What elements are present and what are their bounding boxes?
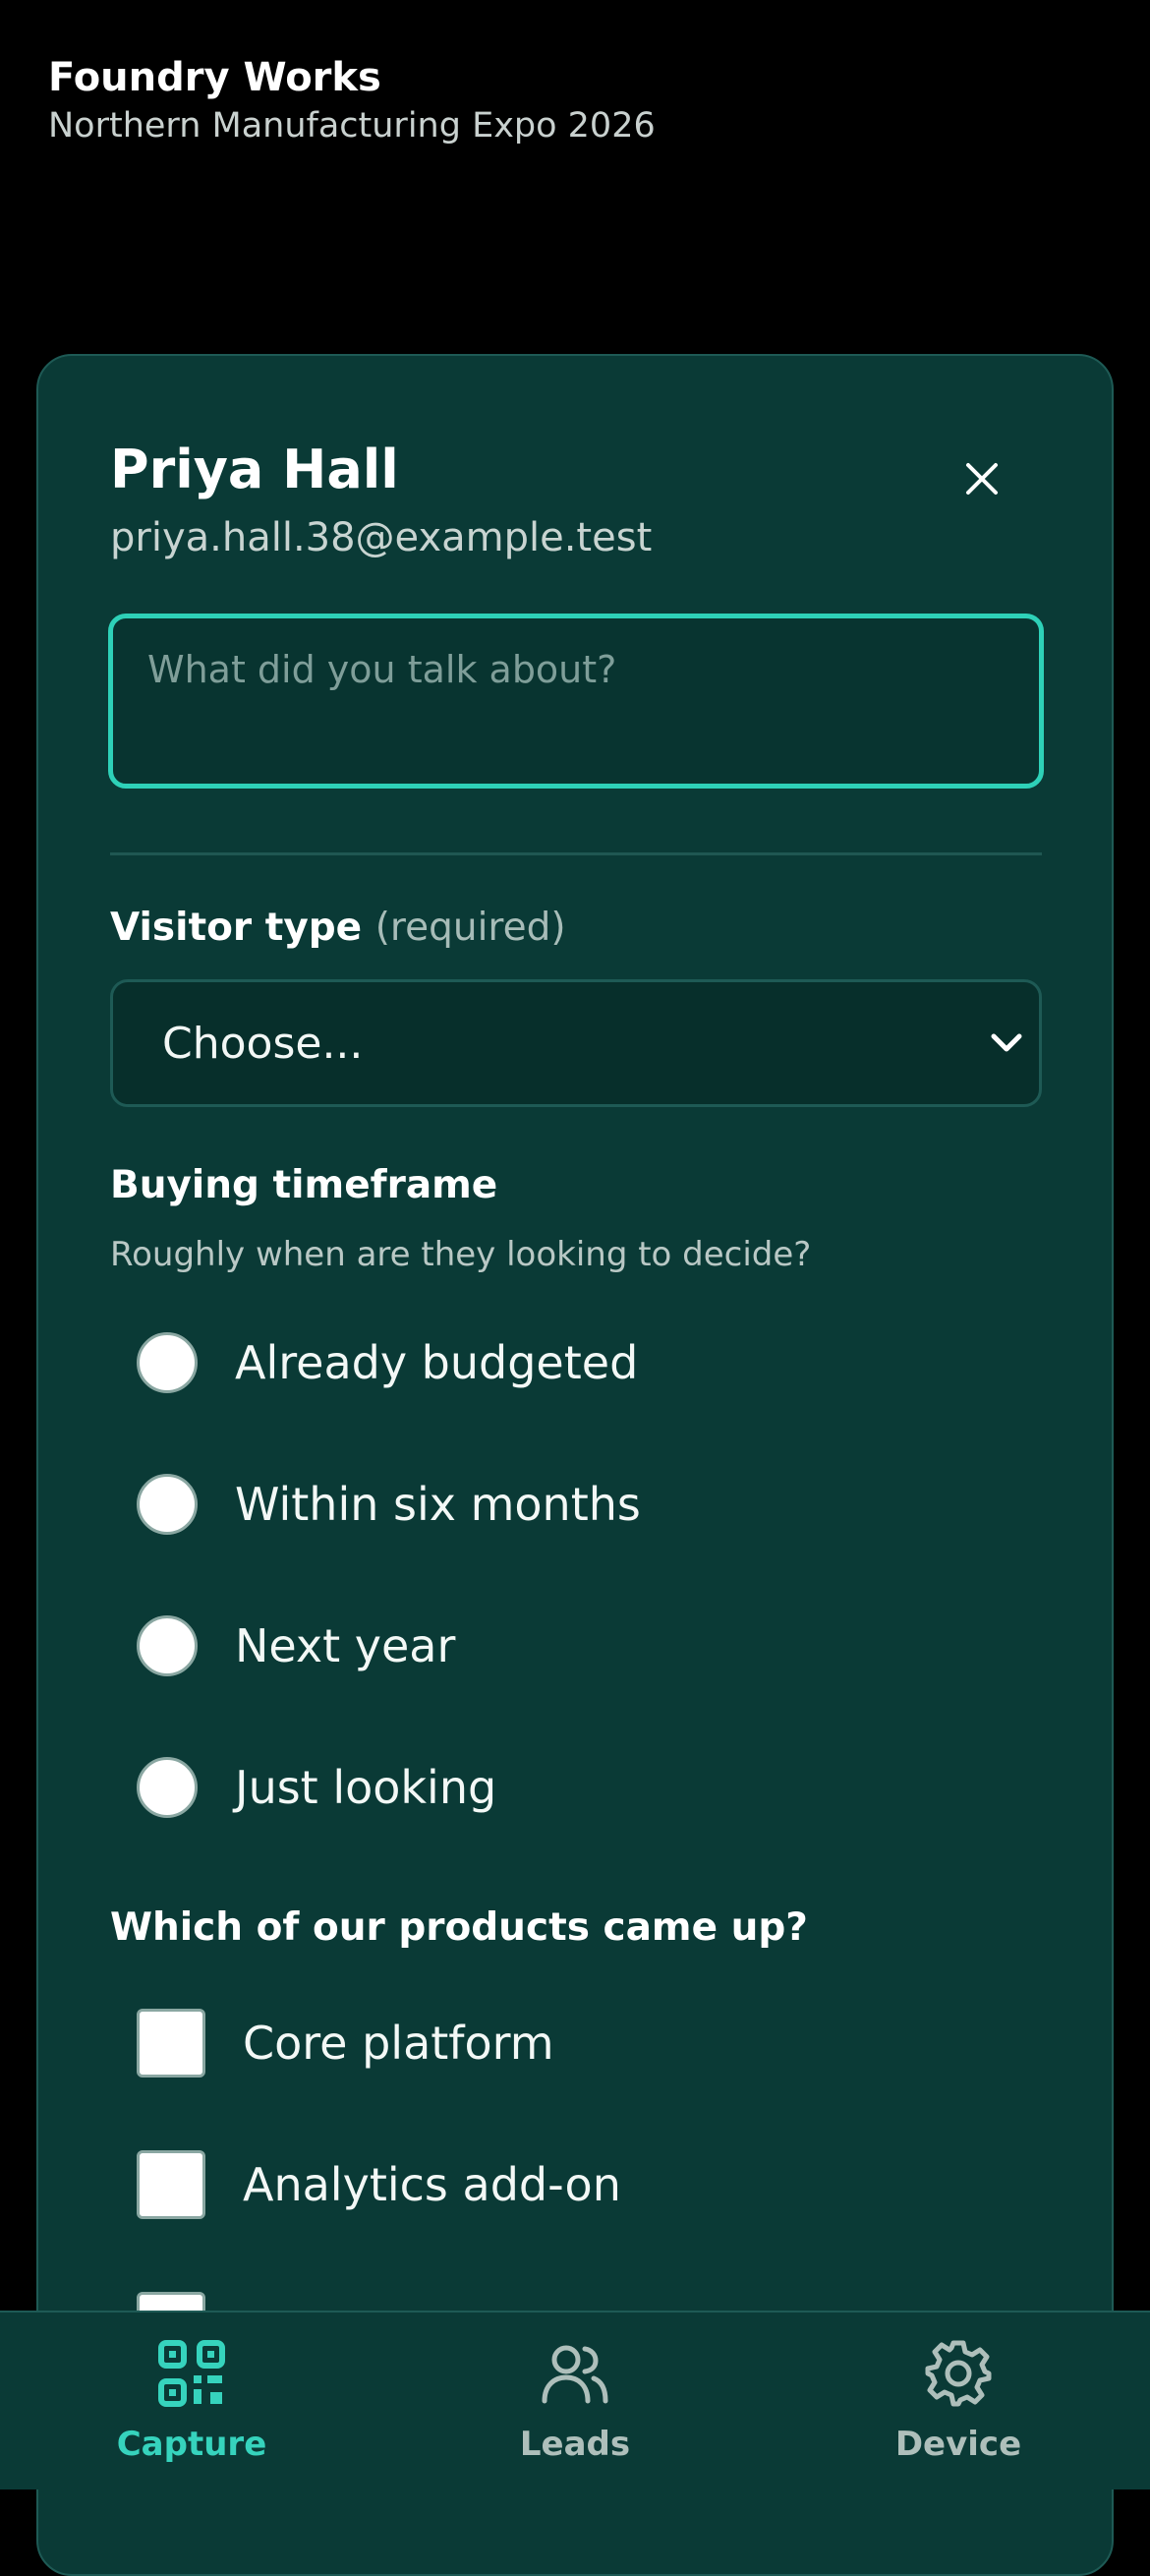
lead-capture-sheet: Priya Hall priya.hall.38@example.test Vi… xyxy=(36,354,1114,2576)
tab-device[interactable]: Device xyxy=(767,2313,1150,2491)
radio-button[interactable] xyxy=(137,1332,198,1393)
products-label: Which of our products came up? xyxy=(110,1905,808,1950)
visitor-type-selected-value: Choose... xyxy=(162,1018,364,1069)
close-button[interactable] xyxy=(948,444,1016,513)
product-option-analytics-add-on[interactable]: Analytics add-on xyxy=(137,2136,621,2234)
timeframe-option-next-year[interactable]: Next year xyxy=(137,1597,455,1695)
radio-button[interactable] xyxy=(137,1474,198,1535)
event-name: Northern Manufacturing Expo 2026 xyxy=(48,106,656,146)
gear-icon xyxy=(925,2340,992,2407)
org-name: Foundry Works xyxy=(48,55,381,100)
option-label: Within six months xyxy=(235,1478,641,1531)
buying-timeframe-hint: Roughly when are they looking to decide? xyxy=(110,1235,812,1274)
option-label: Just looking xyxy=(235,1761,497,1814)
tab-label: Device xyxy=(894,2425,1022,2464)
timeframe-option-just-looking[interactable]: Just looking xyxy=(137,1738,496,1837)
option-label: Analytics add-on xyxy=(243,2158,621,2211)
timeframe-option-already-budgeted[interactable]: Already budgeted xyxy=(137,1314,638,1412)
divider xyxy=(110,852,1042,855)
notes-field-wrapper xyxy=(108,614,1044,789)
radio-button[interactable] xyxy=(137,1757,198,1818)
tab-label: Capture xyxy=(116,2425,267,2464)
close-icon xyxy=(966,463,998,495)
qr-code-icon xyxy=(158,2340,225,2407)
visitor-type-label-text: Visitor type xyxy=(110,906,363,950)
option-label: Next year xyxy=(235,1619,456,1672)
tab-leads[interactable]: Leads xyxy=(383,2313,767,2491)
buying-timeframe-label: Buying timeframe xyxy=(110,1163,498,1207)
product-option-core-platform[interactable]: Core platform xyxy=(137,1994,554,2092)
tab-label: Leads xyxy=(519,2425,631,2464)
contact-name: Priya Hall xyxy=(110,439,399,500)
option-label: Core platform xyxy=(243,2017,554,2070)
checkbox[interactable] xyxy=(137,2150,205,2219)
contact-email: priya.hall.38@example.test xyxy=(110,515,653,560)
visitor-type-select[interactable]: Choose... xyxy=(110,979,1042,1107)
timeframe-option-within-six-months[interactable]: Within six months xyxy=(137,1455,641,1553)
tab-capture[interactable]: Capture xyxy=(0,2313,383,2491)
bottom-tab-bar: Capture Leads Device xyxy=(0,2311,1150,2489)
visitor-type-label: Visitor type (required) xyxy=(110,905,566,952)
notes-field[interactable] xyxy=(147,648,1005,754)
checkbox[interactable] xyxy=(137,2009,205,2078)
radio-button[interactable] xyxy=(137,1615,198,1676)
users-icon xyxy=(542,2345,608,2404)
app-header: Foundry Works Northern Manufacturing Exp… xyxy=(48,54,656,148)
chevron-down-icon xyxy=(991,1033,1022,1052)
option-label: Already budgeted xyxy=(235,1336,639,1389)
required-note: (required) xyxy=(374,906,566,950)
